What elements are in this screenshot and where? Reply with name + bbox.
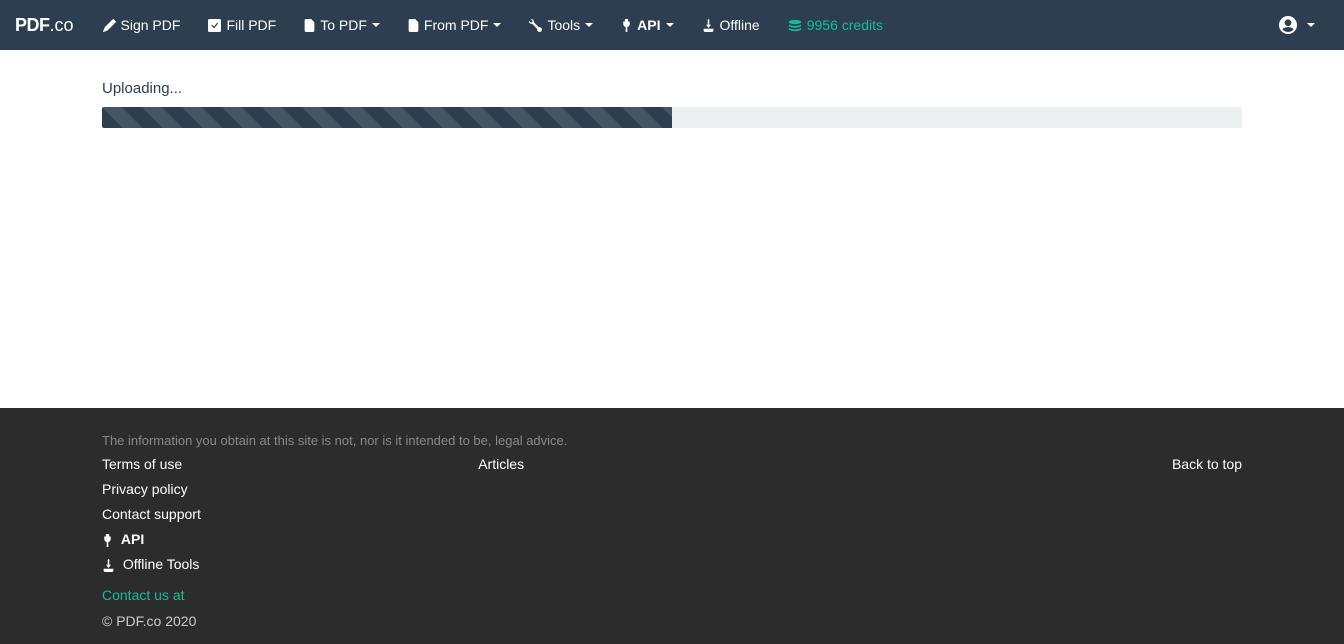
nav-api[interactable]: API xyxy=(607,0,687,50)
caret-down-icon xyxy=(666,23,674,27)
top-navbar: PDF.co Sign PDF Fill PDF To PDF From PDF… xyxy=(0,0,1344,50)
nav-offline-label: Offline xyxy=(720,17,760,33)
nav-sign-label: Sign PDF xyxy=(121,17,181,33)
footer-copyright: © PDF.co 2020 xyxy=(102,613,1242,629)
nav-right xyxy=(1265,0,1329,50)
footer: The information you obtain at this site … xyxy=(0,408,1344,644)
coins-icon xyxy=(788,19,802,32)
download-icon xyxy=(102,559,115,572)
caret-down-icon xyxy=(585,23,593,27)
nav-from-pdf-label: From PDF xyxy=(424,17,489,33)
nav-offline[interactable]: Offline xyxy=(688,0,774,50)
nav-list: Sign PDF Fill PDF To PDF From PDF Tools … xyxy=(89,0,1265,50)
footer-api-label: API xyxy=(121,531,144,547)
uploading-label: Uploading... xyxy=(102,80,1242,97)
nav-fill-label: Fill PDF xyxy=(226,17,276,33)
nav-tools-label: Tools xyxy=(547,17,580,33)
footer-api[interactable]: API xyxy=(102,527,478,552)
footer-col-2: Articles xyxy=(478,452,854,577)
footer-terms[interactable]: Terms of use xyxy=(102,452,478,477)
caret-down-icon xyxy=(1307,23,1315,27)
plug-icon xyxy=(621,19,632,32)
main-content: Uploading... xyxy=(102,50,1242,128)
brand-pdf: PDF xyxy=(15,15,50,36)
caret-down-icon xyxy=(493,23,501,27)
footer-offline-tools[interactable]: Offline Tools xyxy=(102,552,478,577)
download-icon xyxy=(702,19,715,32)
caret-down-icon xyxy=(372,23,380,27)
footer-offline-label: Offline Tools xyxy=(123,556,200,572)
nav-to-pdf-label: To PDF xyxy=(320,17,367,33)
footer-support[interactable]: Contact support xyxy=(102,502,478,527)
file-icon xyxy=(408,19,419,32)
nav-from-pdf[interactable]: From PDF xyxy=(394,0,516,50)
nav-api-label: API xyxy=(637,17,660,33)
plug-icon xyxy=(102,534,113,547)
footer-privacy[interactable]: Privacy policy xyxy=(102,477,478,502)
footer-col-1: Terms of use Privacy policy Contact supp… xyxy=(102,452,478,577)
footer-back-to-top[interactable]: Back to top xyxy=(854,452,1242,477)
upload-progress-bar xyxy=(102,107,672,128)
user-circle-icon xyxy=(1279,16,1297,34)
footer-contact[interactable]: Contact us at xyxy=(102,587,185,603)
user-menu[interactable] xyxy=(1265,0,1329,50)
nav-fill-pdf[interactable]: Fill PDF xyxy=(194,0,290,50)
nav-to-pdf[interactable]: To PDF xyxy=(290,0,394,50)
footer-disclaimer: The information you obtain at this site … xyxy=(102,433,1242,448)
nav-tools[interactable]: Tools xyxy=(515,0,607,50)
footer-articles[interactable]: Articles xyxy=(478,452,854,477)
nav-credits[interactable]: 9956 credits xyxy=(774,0,897,50)
nav-credits-label: 9956 credits xyxy=(807,17,883,33)
brand-co: .co xyxy=(50,15,74,36)
nav-sign-pdf[interactable]: Sign PDF xyxy=(89,0,195,50)
upload-progress xyxy=(102,107,1242,128)
pencil-icon xyxy=(103,19,116,32)
footer-col-3: Back to top xyxy=(854,452,1242,577)
file-icon xyxy=(304,19,315,32)
wrench-icon xyxy=(529,19,542,32)
brand-logo[interactable]: PDF.co xyxy=(15,15,74,36)
check-square-icon xyxy=(208,19,221,32)
